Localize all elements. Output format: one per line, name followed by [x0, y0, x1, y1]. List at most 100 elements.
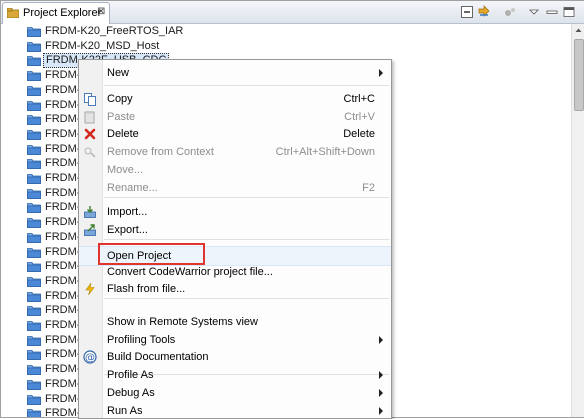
view-menu-icon[interactable] [527, 5, 541, 19]
import-icon [83, 205, 97, 219]
menu-item-profile-as[interactable]: Profile As [79, 366, 391, 384]
folder-icon [27, 291, 41, 302]
menu-item-copy[interactable]: Copy Ctrl+C [79, 90, 391, 108]
link-with-editor-icon[interactable] [477, 5, 491, 19]
folder-icon [27, 349, 41, 361]
menu-item-label: Move... [107, 164, 144, 176]
menu-item-move[interactable]: Move... [79, 161, 391, 179]
folder-icon [27, 232, 41, 243]
remove-context-icon [83, 145, 97, 159]
menu-item-delete[interactable]: Delete Delete [79, 125, 391, 143]
folder-icon [27, 55, 41, 67]
folder-icon [27, 394, 41, 405]
menu-item-remove-from-context[interactable]: Remove from Context Ctrl+Alt+Shift+Down [79, 143, 391, 161]
folder-icon [27, 335, 41, 346]
folder-icon [27, 100, 41, 111]
menu-item-label: New [107, 67, 130, 79]
scroll-up-arrow-icon[interactable] [572, 24, 584, 37]
delete-icon [83, 127, 97, 141]
folder-icon [27, 188, 41, 199]
menu-item-flash-from-file[interactable]: Flash from file... [79, 280, 391, 298]
menu-item-profiling-tools[interactable]: Profiling Tools [79, 331, 391, 349]
menu-item-shortcut: F2 [362, 182, 375, 194]
open-project-highlight-box [98, 243, 205, 265]
folder-icon [27, 364, 41, 375]
menu-item-paste[interactable]: Paste Ctrl+V [79, 108, 391, 126]
menu-item-shortcut: Ctrl+C [343, 93, 375, 105]
folder-icon [27, 305, 41, 317]
menu-item-label: Flash from file... [107, 283, 186, 295]
menu-item-rename[interactable]: Rename... F2 [79, 179, 391, 197]
menu-item-label: Show in Remote Systems view [107, 316, 258, 328]
folder-icon [27, 114, 41, 126]
submenu-arrow-icon [379, 389, 383, 397]
menu-separator [104, 298, 389, 299]
menu-item-label: Build Documentation [107, 351, 209, 363]
view-settings-icon[interactable] [503, 5, 517, 19]
folder-icon [27, 408, 41, 417]
menu-item-build-documentation[interactable]: @ Build Documentation [79, 348, 391, 366]
menu-item-label: Import... [107, 206, 148, 218]
submenu-arrow-icon [379, 371, 383, 379]
maximize-icon[interactable] [562, 5, 576, 19]
context-menu: New Copy Ctrl+C Paste Ctrl+V Delete Delete Remo… [78, 59, 392, 419]
folder-icon [27, 276, 41, 287]
flash-icon [83, 282, 97, 296]
menu-item-import[interactable]: Import... [79, 203, 391, 221]
menu-item-debug-as[interactable]: Debug As [79, 384, 391, 402]
menu-item-label: Remove from Context [107, 146, 214, 158]
folder-icon [27, 70, 41, 81]
menu-item-label: Run As [107, 405, 143, 417]
submenu-arrow-icon [379, 407, 383, 415]
close-icon[interactable]: ⊠ [97, 6, 105, 17]
folder-icon [27, 41, 41, 52]
menu-item-show-in-remote-systems-view[interactable]: Show in Remote Systems view [79, 313, 391, 331]
menu-item-shortcut: Delete [343, 128, 375, 140]
menu-item-convert-codewarrior-project-file[interactable]: Convert CodeWarrior project file... [79, 263, 391, 281]
folder-icon [27, 247, 41, 258]
menu-item-label: Profiling Tools [107, 334, 176, 346]
menu-item-shortcut: Ctrl+Alt+Shift+Down [275, 146, 375, 158]
folder-icon [27, 85, 41, 96]
tab-project-explorer[interactable]: Project Explorer ⊠ [2, 2, 110, 24]
tree-item-label: FRDM-K20_MSD_Host [45, 39, 160, 52]
paste-icon [83, 110, 97, 124]
svg-text:@: @ [85, 353, 95, 364]
folder-icon [27, 379, 41, 390]
menu-item-label: Rename... [107, 182, 158, 194]
submenu-arrow-icon [379, 69, 383, 77]
folder-icon [27, 320, 41, 331]
menu-separator [104, 197, 389, 198]
vertical-scrollbar[interactable] [571, 24, 584, 417]
folder-icon [27, 129, 41, 140]
menu-item-new[interactable]: New [79, 64, 391, 82]
collapse-all-icon[interactable] [460, 5, 474, 19]
menu-item-label: Convert CodeWarrior project file... [107, 266, 273, 278]
copy-icon [83, 92, 97, 106]
menu-item-label: Copy [107, 93, 133, 105]
folder-icon [27, 261, 41, 273]
menu-item-label: Debug As [107, 387, 155, 399]
folder-icon [27, 173, 41, 184]
submenu-arrow-icon [379, 336, 383, 344]
menu-separator [104, 239, 389, 240]
menu-item-shortcut: Ctrl+V [344, 111, 375, 123]
folder-icon [27, 202, 41, 214]
export-icon [83, 223, 97, 237]
folder-icon [27, 26, 41, 37]
folder-icon [27, 158, 41, 170]
menu-separator [104, 85, 389, 86]
scroll-thumb[interactable] [574, 39, 584, 111]
menu-item-run-as[interactable]: Run As [79, 402, 391, 418]
folder-icon [27, 217, 41, 228]
view-tab-bar: Project Explorer ⊠ [1, 1, 584, 24]
folder-icon [27, 144, 41, 155]
tab-label: Project Explorer [23, 7, 102, 19]
menu-item-label: Profile As [107, 369, 154, 381]
menu-item-label: Paste [107, 111, 136, 123]
build-documentation-icon: @ [83, 350, 97, 364]
tree-item-label: FRDM-K20_FreeRTOS_IAR [45, 25, 184, 37]
menu-item-export[interactable]: Export... [79, 221, 391, 239]
minimize-icon[interactable] [545, 5, 559, 19]
menu-item-label: Delete [107, 128, 139, 140]
